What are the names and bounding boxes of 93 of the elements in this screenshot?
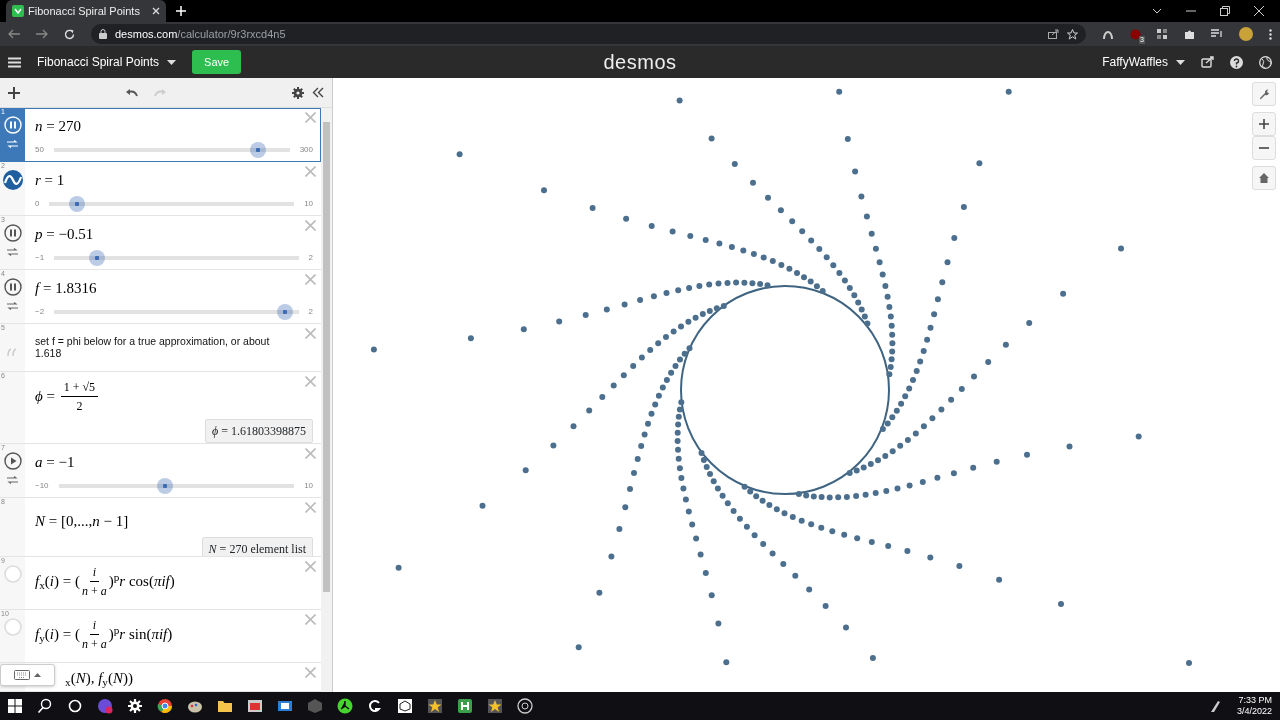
math-expression[interactable]: n = 270 — [35, 115, 314, 138]
zoom-in-icon — [1258, 118, 1270, 130]
add-icon[interactable] — [8, 86, 20, 99]
redo-icon — [154, 88, 167, 97]
keyboard-icon — [14, 670, 30, 680]
home-icon — [1258, 172, 1270, 184]
loop-icon[interactable] — [7, 476, 18, 484]
star-icon[interactable] — [487, 698, 503, 714]
play-icon[interactable] — [3, 452, 22, 470]
settings-icon[interactable] — [292, 86, 304, 99]
keyboard-button[interactable] — [0, 664, 55, 686]
caret-icon — [1176, 59, 1185, 65]
loop-icon[interactable] — [7, 302, 18, 310]
slider-max-label: 2 — [308, 251, 314, 264]
share-icon[interactable] — [1201, 56, 1214, 68]
collapse-icon[interactable] — [312, 87, 324, 98]
cube-icon[interactable] — [307, 698, 323, 714]
reload-icon[interactable] — [64, 28, 75, 40]
menu-icon[interactable] — [8, 56, 21, 68]
math-expression[interactable]: a = −1 — [35, 451, 314, 474]
avatar-icon[interactable] — [1239, 27, 1253, 41]
slider-thumb[interactable] — [156, 477, 173, 494]
slider-min-label: −10 — [35, 479, 49, 492]
zoom-out-button[interactable] — [1252, 136, 1276, 160]
wrench-icon — [1258, 88, 1270, 100]
panel-icon[interactable] — [277, 698, 293, 714]
caret-icon — [167, 59, 177, 65]
playlist-icon[interactable] — [1211, 29, 1223, 39]
restore-icon[interactable] — [1220, 6, 1230, 16]
page-icon — [12, 5, 24, 17]
window-icon[interactable] — [247, 698, 263, 714]
star-icon[interactable] — [427, 698, 443, 714]
user-menu[interactable]: FaffyWaffles — [1102, 53, 1185, 71]
close-icon[interactable] — [152, 7, 160, 15]
help-icon[interactable] — [1230, 55, 1243, 69]
slider-min-label: 0 — [35, 197, 40, 210]
slider-thumb[interactable] — [250, 141, 267, 158]
pause-icon[interactable] — [3, 278, 22, 296]
zoom-in-button[interactable] — [1252, 112, 1276, 136]
clock-time: 7:33 PM — [1237, 694, 1272, 706]
math-expression[interactable]: f = 1.8316 — [35, 277, 314, 300]
slider-min-label: −2 — [35, 305, 45, 318]
math-expression[interactable]: p = −0.51 — [35, 223, 314, 246]
browser-tab[interactable]: Fibonacci Spiral Points — [6, 0, 166, 22]
arch-icon[interactable] — [1102, 29, 1114, 39]
undo-icon[interactable] — [125, 88, 138, 97]
loop-icon[interactable] — [7, 248, 18, 256]
slider-thumb[interactable] — [276, 303, 293, 320]
folder-icon[interactable] — [217, 698, 233, 714]
slider-min-label: −1 — [35, 251, 45, 264]
address-bar[interactable]: desmos.com/calculator/9r3rxcd4n5 — [91, 24, 1086, 44]
wave-icon[interactable] — [2, 170, 23, 190]
slider-max-label: 10 — [304, 479, 314, 492]
new-tab-icon[interactable] — [176, 6, 186, 16]
clock-date: 3/4/2022 — [1236, 706, 1272, 718]
graph-title[interactable]: Fibonacci Spiral Points — [37, 53, 177, 71]
logo: desmos — [603, 50, 677, 75]
globe-icon[interactable] — [1259, 55, 1272, 69]
note-text[interactable]: set f = phi below for a true approximation, or about 1.618 — [35, 336, 314, 360]
aperture-icon[interactable] — [517, 698, 533, 714]
quote-icon — [6, 347, 19, 356]
url-text: desmos.com/calculator/9r3rxcd4n5 — [115, 26, 287, 42]
back-icon[interactable] — [8, 29, 20, 39]
math-expression[interactable]: $_{x}$(N), f$_{y}$(N)) — [65, 667, 314, 690]
slider-thumb[interactable] — [88, 249, 105, 266]
scrollbar[interactable] — [321, 108, 332, 692]
share-icon[interactable] — [1048, 29, 1059, 39]
grid-icon[interactable] — [1157, 28, 1168, 40]
more-icon[interactable] — [1269, 28, 1272, 40]
result-value: ϕ = 1.61803398875 — [205, 419, 314, 443]
gear-icon[interactable] — [127, 698, 143, 714]
slider-min-label: 50 — [35, 143, 44, 156]
math-expression[interactable]: N = [0,...,n − 1] — [35, 510, 314, 533]
slider-thumb[interactable] — [69, 195, 86, 212]
lock-icon — [99, 29, 107, 39]
caret-up-icon — [34, 673, 41, 677]
result-value: N = 270 element list — [201, 536, 314, 556]
windows-icon[interactable] — [7, 698, 23, 714]
pen-icon[interactable] — [1208, 699, 1221, 713]
close-icon[interactable] — [1254, 6, 1264, 16]
wrench-button[interactable] — [1252, 82, 1276, 106]
slider-max-label: 300 — [299, 143, 314, 156]
star-icon[interactable] — [1067, 28, 1078, 40]
pause-icon[interactable] — [3, 224, 22, 242]
search-icon[interactable] — [37, 698, 53, 714]
forward-icon[interactable] — [36, 29, 48, 39]
chevron-down-icon[interactable] — [1152, 8, 1162, 14]
h-app-icon[interactable] — [457, 698, 473, 714]
browser-icon[interactable] — [157, 698, 173, 714]
math-expression[interactable]: r = 1 — [35, 169, 314, 192]
slider-max-label: 2 — [308, 305, 314, 318]
slider-max-label: 10 — [304, 197, 314, 210]
home-button[interactable] — [1252, 166, 1276, 190]
